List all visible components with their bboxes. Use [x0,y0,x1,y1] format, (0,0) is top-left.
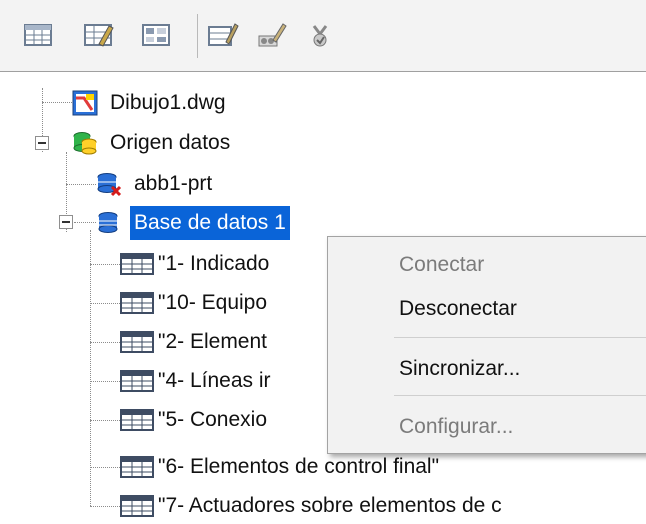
table-label: "4- Líneas ir [158,369,271,392]
tree-item-table[interactable]: "5- Conexio [120,403,271,437]
tree-item-table[interactable]: "2- Element [120,325,271,359]
table-view-icon[interactable] [22,18,56,52]
table-icon [120,329,154,355]
menu-item-label: Conectar [399,253,485,276]
table-label: "6- Elementos de control final" [158,455,440,478]
connection-label-selected: Base de datos 1 [129,205,291,241]
tree-connector [42,102,72,103]
synchronize-icon[interactable] [304,18,338,52]
toolbar [0,0,646,72]
tree-item-table[interactable]: "1- Indicado [120,247,273,281]
context-menu: Conectar Desconectar Sincronizar... Conf… [327,236,646,454]
tree-connector [90,381,120,382]
tree-connector [42,88,43,136]
drawing-file-icon [72,90,98,116]
menu-item-label: Sincronizar... [399,357,521,380]
tree-item-table[interactable]: "6- Elementos de control final" [120,450,443,484]
table-label: "7- Actuadores sobre elementos de c [158,494,502,517]
table-label: "2- Element [158,330,267,353]
table-label: "10- Equipo [158,291,268,314]
menu-separator [394,395,646,396]
tree-item-table[interactable]: "7- Actuadores sobre elementos de c [120,489,506,523]
toolbar-separator [197,14,198,58]
table-icon [120,493,154,519]
collapse-origen-button[interactable] [35,136,49,150]
table-label: "5- Conexio [158,408,268,431]
tree-item-drawing[interactable]: Dibujo1.dwg [72,86,230,120]
drawing-label: Dibujo1.dwg [110,91,226,114]
menu-item-configure[interactable]: Configurar... [328,405,646,449]
database-disconnected-icon [96,171,122,197]
label-template-icon[interactable] [256,18,290,52]
tree-connector [90,342,120,343]
tree-connector [74,222,96,223]
table-icon [120,251,154,277]
tree-connector [90,303,120,304]
database-icon [96,210,122,236]
table-icon [120,368,154,394]
menu-item-label: Configurar... [399,415,514,438]
edit-table-icon[interactable] [82,18,116,52]
tree-connector [90,506,120,507]
datasources-label: Origen datos [110,131,231,154]
tree-connector [90,264,120,265]
menu-separator [394,337,646,338]
menu-item-synchronize[interactable]: Sincronizar... [328,347,646,391]
tree-item-table[interactable]: "10- Equipo [120,286,271,320]
tree-item-table[interactable]: "4- Líneas ir [120,364,275,398]
table-icon [120,290,154,316]
menu-item-disconnect[interactable]: Desconectar [328,287,646,331]
tree-item-connection-base1[interactable]: Base de datos 1 [96,205,291,241]
menu-item-connect[interactable]: Conectar [328,243,646,287]
tree-item-datasources[interactable]: Origen datos [72,126,234,160]
connection-label: abb1-prt [134,172,213,195]
collapse-database-button[interactable] [59,215,73,229]
table-icon [120,454,154,480]
data-sources-icon [72,130,98,156]
table-grid-icon[interactable] [140,18,174,52]
tree-connector [90,230,91,506]
menu-item-label: Desconectar [399,297,517,320]
tree-item-connection-abb1[interactable]: abb1-prt [96,167,216,201]
tree-connector [66,184,96,185]
link-record-icon[interactable] [206,18,240,52]
tree-connector [90,467,120,468]
table-label: "1- Indicado [158,252,270,275]
table-icon [120,407,154,433]
tree-connector [90,420,120,421]
